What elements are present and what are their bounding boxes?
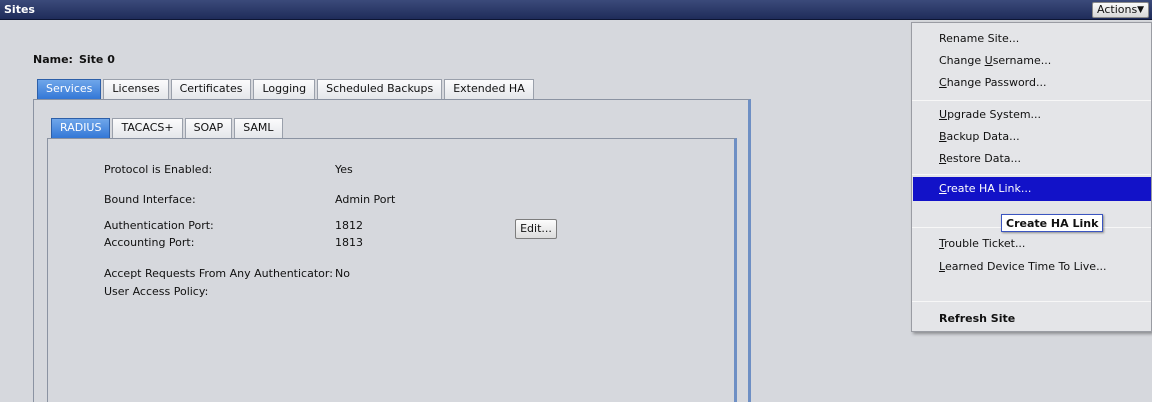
window-titlebar: Sites Actions ▼ xyxy=(0,0,1152,20)
accept-any-value: No xyxy=(335,267,350,280)
tab-licenses[interactable]: Licenses xyxy=(103,79,169,99)
menu-item-rename-site[interactable]: Rename Site... xyxy=(939,32,1019,45)
site-name-row: Name: Site 0 xyxy=(33,53,115,66)
tab-saml[interactable]: SAML xyxy=(234,118,283,138)
menu-item-change-password[interactable]: Change Password... xyxy=(939,76,1047,89)
main-tabs: Services Licenses Certificates Logging S… xyxy=(37,79,536,99)
tab-services[interactable]: Services xyxy=(37,79,102,99)
actions-menu: Rename Site... Change Username... Change… xyxy=(911,22,1152,332)
tooltip: Create HA Link xyxy=(1001,214,1104,232)
menu-item-disabled xyxy=(939,282,943,295)
menu-item-trouble-ticket[interactable]: Trouble Ticket... xyxy=(939,237,1025,250)
site-name-value: Site 0 xyxy=(78,53,115,66)
menu-item-refresh-site[interactable]: Refresh Site xyxy=(939,312,1015,325)
menu-separator xyxy=(912,301,1151,302)
tab-logging[interactable]: Logging xyxy=(253,79,316,99)
window-title: Sites xyxy=(4,3,35,16)
bound-interface-value: Admin Port xyxy=(335,193,396,206)
menu-item-restore-data[interactable]: Restore Data... xyxy=(939,152,1021,165)
actions-button[interactable]: Actions ▼ xyxy=(1092,2,1149,18)
protocol-enabled-label: Protocol is Enabled: xyxy=(104,163,213,176)
protocol-enabled-value: Yes xyxy=(335,163,353,176)
tab-tacacs[interactable]: TACACS+ xyxy=(112,118,183,138)
edit-button[interactable]: Edit... xyxy=(515,219,557,239)
menu-item-upgrade-system[interactable]: Upgrade System... xyxy=(939,108,1041,121)
auth-port-label: Authentication Port: xyxy=(104,219,214,232)
menu-item-backup-data[interactable]: Backup Data... xyxy=(939,130,1020,143)
auth-port-value: 1812 xyxy=(335,219,363,232)
actions-button-label: Actions xyxy=(1097,3,1138,16)
menu-item-disabled xyxy=(939,207,943,220)
tab-certificates[interactable]: Certificates xyxy=(170,79,252,99)
service-subtabs: RADIUS TACACS+ SOAP SAML xyxy=(51,118,285,138)
tab-soap[interactable]: SOAP xyxy=(184,118,233,138)
bound-interface-label: Bound Interface: xyxy=(104,193,196,206)
menu-item-create-ha-link[interactable]: Create HA Link... xyxy=(913,177,1151,201)
menu-item-learned-device-ttl[interactable]: Learned Device Time To Live... xyxy=(939,260,1107,273)
tab-radius[interactable]: RADIUS xyxy=(51,118,111,138)
menu-item-change-username[interactable]: Change Username... xyxy=(939,54,1051,67)
acct-port-value: 1813 xyxy=(335,236,363,249)
menu-item-create-ha-link-label: Create HA Link... xyxy=(939,182,1032,195)
user-access-policy-label: User Access Policy: xyxy=(104,285,209,298)
acct-port-label: Accounting Port: xyxy=(104,236,195,249)
tab-scheduled-backups[interactable]: Scheduled Backups xyxy=(317,79,443,99)
chevron-down-icon: ▼ xyxy=(1137,5,1144,15)
menu-separator xyxy=(912,100,1151,101)
site-name-label: Name: xyxy=(33,53,73,66)
accept-any-label: Accept Requests From Any Authenticator: xyxy=(104,267,333,280)
tab-extended-ha[interactable]: Extended HA xyxy=(444,79,534,99)
menu-separator xyxy=(912,174,1151,175)
